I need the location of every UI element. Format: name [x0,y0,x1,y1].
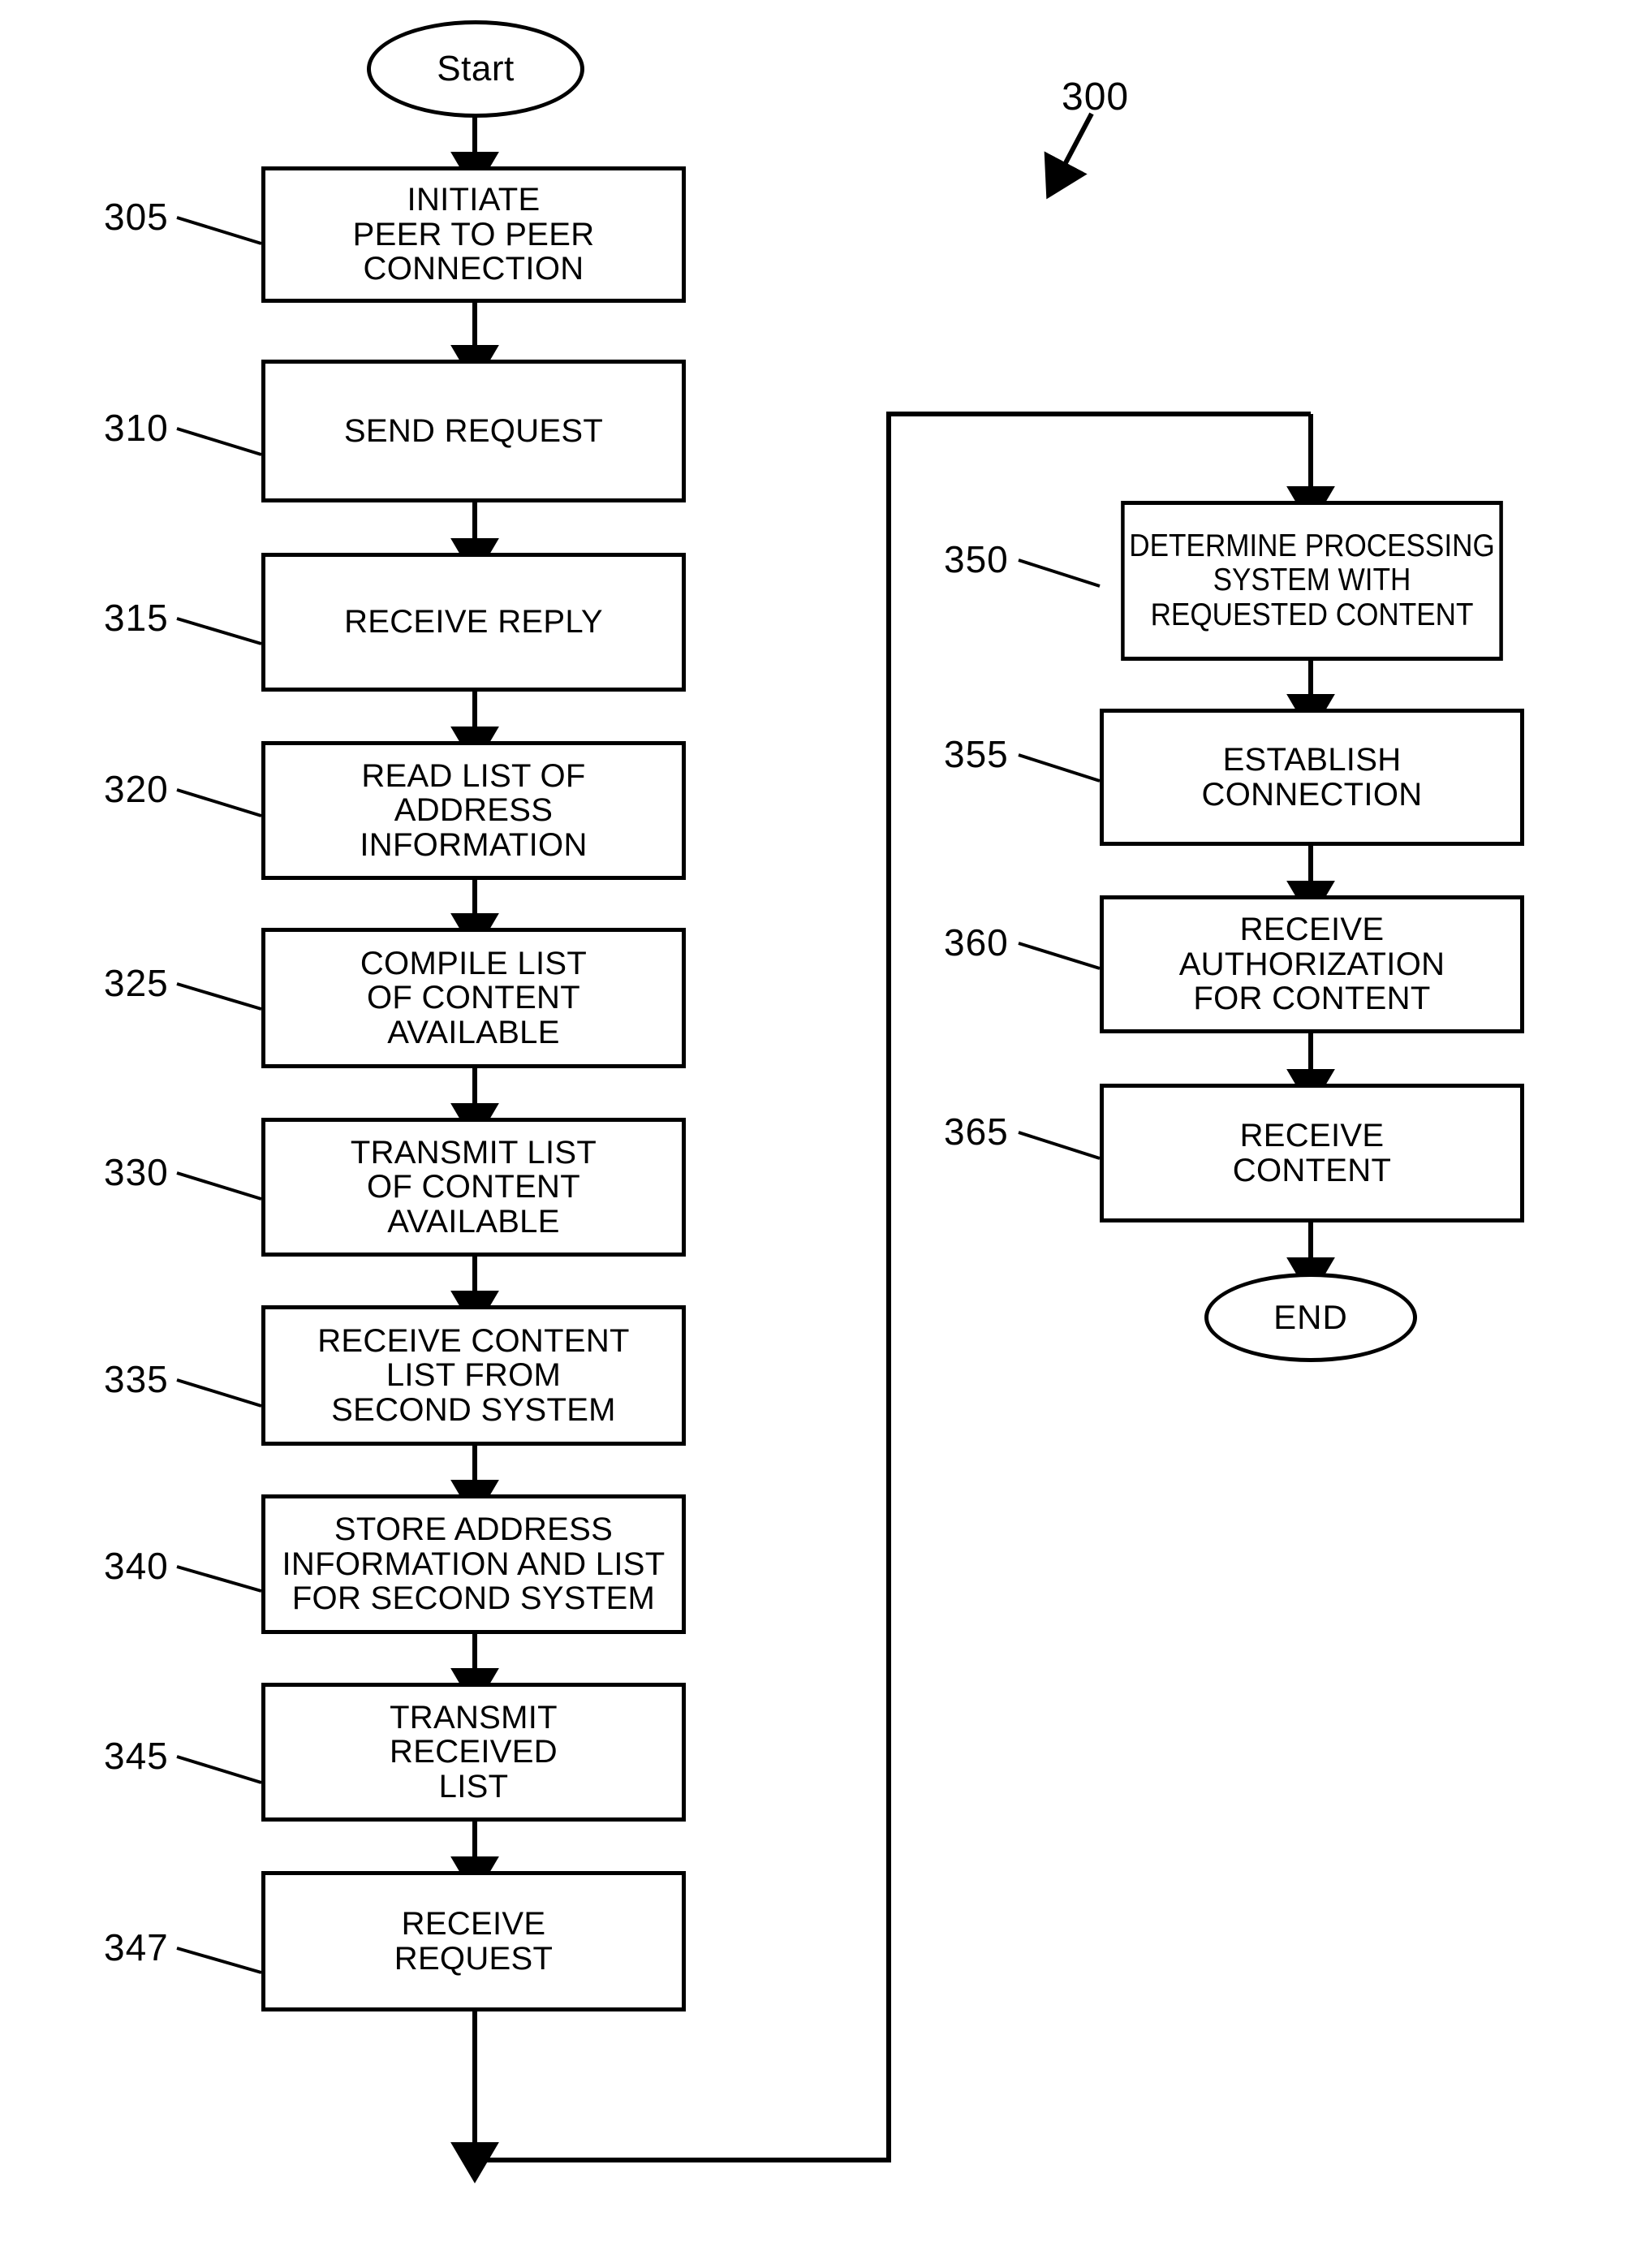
process-box-365: RECEIVE CONTENT [1100,1084,1524,1222]
process-box-315: RECEIVE REPLY [261,553,686,692]
process-box-340: STORE ADDRESS INFORMATION AND LIST FOR S… [261,1494,686,1634]
reference-numeral-315: 315 [104,597,169,639]
reference-numeral-305: 305 [104,196,169,238]
reference-numeral-345: 345 [104,1735,169,1777]
process-box-320-label: READ LIST OF ADDRESS INFORMATION [360,757,588,863]
patent-flowchart-figure: Start END 300 INITIATE PEER TO PEER CONN… [0,0,1637,2268]
process-box-315-label: RECEIVE REPLY [344,604,603,640]
reference-numeral-325: 325 [104,962,169,1004]
process-box-325-label: COMPILE LIST OF CONTENT AVAILABLE [360,945,588,1050]
reference-numeral-355: 355 [944,733,1009,775]
process-box-330: TRANSMIT LIST OF CONTENT AVAILABLE [261,1118,686,1257]
process-box-335-label: RECEIVE CONTENT LIST FROM SECOND SYSTEM [317,1322,630,1428]
process-box-347-label: RECEIVE REQUEST [394,1906,554,1977]
process-box-355-label: ESTABLISH CONNECTION [1201,742,1423,813]
process-box-355: ESTABLISH CONNECTION [1100,709,1524,846]
figure-number-label: 300 [1062,75,1130,119]
process-box-347: RECEIVE REQUEST [261,1871,686,2011]
process-box-305: INITIATE PEER TO PEER CONNECTION [261,166,686,303]
start-terminal: Start [367,20,584,118]
reference-numeral-365: 365 [944,1110,1009,1153]
process-box-320: READ LIST OF ADDRESS INFORMATION [261,741,686,880]
reference-numeral-350: 350 [944,538,1009,580]
process-box-345-label: TRANSMIT RECEIVED LIST [390,1699,558,1804]
reference-numeral-360: 360 [944,921,1009,964]
reference-numeral-347: 347 [104,1926,169,1968]
process-box-360: RECEIVE AUTHORIZATION FOR CONTENT [1100,895,1524,1033]
process-box-310-label: SEND REQUEST [343,412,604,449]
process-box-305-label: INITIATE PEER TO PEER CONNECTION [352,182,595,287]
process-box-345: TRANSMIT RECEIVED LIST [261,1683,686,1822]
start-terminal-label: Start [437,49,515,88]
reference-numeral-330: 330 [104,1151,169,1193]
process-box-335: RECEIVE CONTENT LIST FROM SECOND SYSTEM [261,1305,686,1446]
end-terminal: END [1204,1273,1417,1362]
reference-numeral-335: 335 [104,1358,169,1400]
process-box-330-label: TRANSMIT LIST OF CONTENT AVAILABLE [350,1134,597,1240]
process-box-365-label: RECEIVE CONTENT [1232,1118,1392,1188]
process-box-340-label: STORE ADDRESS INFORMATION AND LIST FOR S… [282,1511,666,1617]
reference-numeral-310: 310 [104,407,169,449]
process-box-350-label: DETERMINE PROCESSING SYSTEM WITH REQUEST… [1129,528,1495,632]
end-terminal-label: END [1273,1298,1348,1336]
process-box-350: DETERMINE PROCESSING SYSTEM WITH REQUEST… [1121,501,1503,661]
reference-numeral-340: 340 [104,1545,169,1587]
process-box-310: SEND REQUEST [261,360,686,502]
process-box-325: COMPILE LIST OF CONTENT AVAILABLE [261,928,686,1068]
process-box-360-label: RECEIVE AUTHORIZATION FOR CONTENT [1178,912,1445,1017]
reference-numeral-320: 320 [104,768,169,810]
